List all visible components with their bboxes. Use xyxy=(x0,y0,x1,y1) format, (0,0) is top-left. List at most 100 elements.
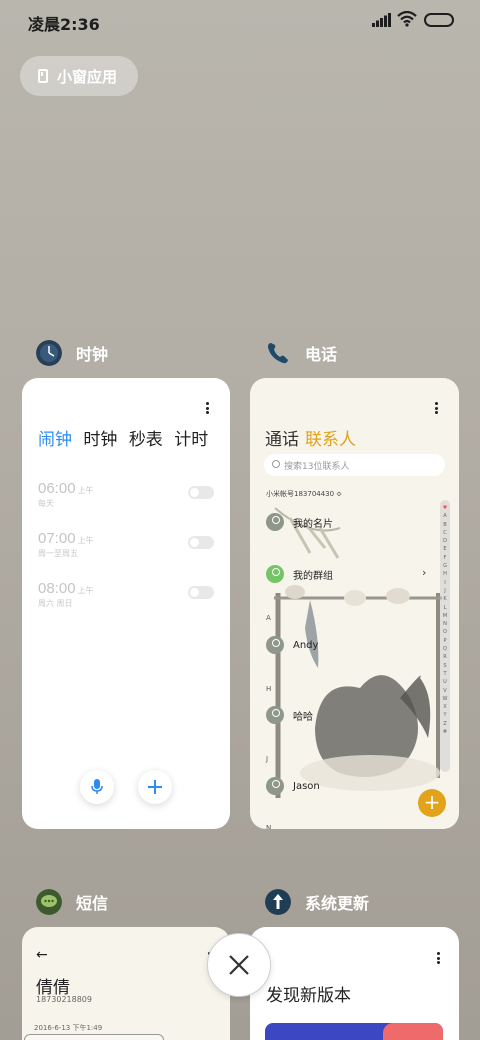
alphabet-index-letter[interactable]: H xyxy=(440,570,450,578)
phone-tabs: 通话 联系人 xyxy=(265,425,356,450)
contact-name: 哈哈 xyxy=(293,711,313,723)
microphone-icon xyxy=(91,779,103,794)
alphabet-index-letter[interactable]: V xyxy=(440,687,450,695)
alarm-time: 06:00 xyxy=(38,480,76,497)
voice-alarm-button[interactable] xyxy=(80,770,114,804)
alarm-toggle[interactable] xyxy=(188,486,214,499)
contact-name: Jason xyxy=(293,780,320,792)
tab-calls[interactable]: 通话 xyxy=(265,430,299,450)
app-name-clock: 时钟 xyxy=(76,345,109,364)
contact-item[interactable]: 我的群组 xyxy=(266,565,333,583)
update-title: 发现新版本 xyxy=(266,986,351,1006)
alphabet-index-letter[interactable]: ♥ xyxy=(440,504,450,512)
system-update-app-card[interactable]: 发现新版本 xyxy=(250,927,459,1040)
add-contact-button[interactable]: + xyxy=(418,789,446,817)
alphabet-index-letter[interactable]: W xyxy=(440,695,450,703)
alphabet-index-letter[interactable]: G xyxy=(440,562,450,570)
group-avatar xyxy=(266,565,284,583)
clock-tabs: 闹钟 时钟 秒表 计时 xyxy=(38,425,214,450)
alphabet-index-letter[interactable]: # xyxy=(440,728,450,736)
alarm-ampm: 上午 xyxy=(77,586,94,595)
alphabet-index-letter[interactable]: J xyxy=(440,587,450,595)
alphabet-index-letter[interactable]: Y xyxy=(440,711,450,719)
alphabet-index-letter[interactable]: Q xyxy=(440,645,450,653)
tab-timer[interactable]: 计时 xyxy=(174,430,208,450)
alphabet-index-letter[interactable]: R xyxy=(440,653,450,661)
tab-contacts[interactable]: 联系人 xyxy=(305,430,356,450)
clear-all-apps-button[interactable] xyxy=(207,933,271,997)
clock-app-card[interactable]: 闹钟 时钟 秒表 计时 06:00 上午 每天 07:00 上午 周一至周五 08:… xyxy=(22,378,230,829)
app-label-clock: 时钟 xyxy=(36,340,108,366)
alphabet-index-letter[interactable]: T xyxy=(440,670,450,678)
alarm-ampm: 上午 xyxy=(77,486,94,495)
status-bar: 凌晨2:36 xyxy=(0,0,480,40)
more-options-icon[interactable] xyxy=(435,402,439,414)
contact-avatar xyxy=(266,777,284,795)
alphabet-index-bar[interactable]: ♥ A B C D E F G H I J K L M N O P Q R S T U V W X Y Z # xyxy=(440,500,450,772)
alphabet-index-letter[interactable]: F xyxy=(440,554,450,562)
alphabet-index-letter[interactable]: I xyxy=(440,579,450,587)
clock-app-icon xyxy=(36,340,62,366)
section-letter: N xyxy=(266,824,272,829)
alarm-toggle[interactable] xyxy=(188,536,214,549)
close-icon xyxy=(229,955,249,975)
alphabet-index-letter[interactable]: U xyxy=(440,678,450,686)
battery-icon xyxy=(424,13,454,27)
alphabet-index-letter[interactable]: A xyxy=(440,512,450,520)
alphabet-index-letter[interactable]: S xyxy=(440,662,450,670)
signal-icon xyxy=(372,13,391,27)
contact-avatar xyxy=(266,706,284,724)
app-name-update: 系统更新 xyxy=(305,894,370,913)
app-label-update: 系统更新 xyxy=(265,889,369,915)
alphabet-index-letter[interactable]: D xyxy=(440,537,450,545)
alphabet-index-letter[interactable]: E xyxy=(440,545,450,553)
alarm-toggle[interactable] xyxy=(188,586,214,599)
alphabet-index-letter[interactable]: N xyxy=(440,620,450,628)
app-label-sms: 短信 xyxy=(36,889,108,915)
more-options-icon[interactable] xyxy=(437,952,441,964)
section-letter: H xyxy=(266,685,272,693)
alphabet-index-letter[interactable]: Z xyxy=(440,720,450,728)
tab-clock[interactable]: 时钟 xyxy=(83,430,117,450)
plus-icon xyxy=(148,780,162,794)
contact-name: 我的群组 xyxy=(293,570,333,582)
sms-message-date: 2016-6-13 下午1:49 xyxy=(34,1024,103,1032)
alarm-ampm: 上午 xyxy=(77,536,94,545)
sms-app-card[interactable]: ← 倩倩 18730218809 2016-6-13 下午1:49 xyxy=(22,927,230,1040)
contact-avatar xyxy=(266,513,284,531)
section-letter: A xyxy=(266,614,271,622)
section-letter: J xyxy=(266,755,269,763)
alarm-repeat: 周六 周日 xyxy=(38,599,73,608)
contact-item[interactable]: Jason xyxy=(266,777,320,795)
status-time: 凌晨2:36 xyxy=(28,15,100,34)
contact-search-input[interactable]: 搜索13位联系人 xyxy=(264,454,445,476)
tab-alarm[interactable]: 闹钟 xyxy=(38,430,72,450)
add-alarm-button[interactable] xyxy=(138,770,172,804)
alarm-repeat: 每天 xyxy=(38,499,54,508)
phone-app-card[interactable]: 通话 联系人 搜索13位联系人 小米帐号183704430 ≎ 我的名片 我的群组… xyxy=(250,378,459,829)
contact-item[interactable]: 哈哈 xyxy=(266,706,313,724)
alphabet-index-letter[interactable]: X xyxy=(440,703,450,711)
alphabet-index-letter[interactable]: P xyxy=(440,637,450,645)
contact-avatar xyxy=(266,636,284,654)
mi-account-label[interactable]: 小米帐号183704430 ≎ xyxy=(266,489,342,499)
alphabet-index-letter[interactable]: M xyxy=(440,612,450,620)
tab-stopwatch[interactable]: 秒表 xyxy=(129,430,163,450)
contact-item[interactable]: Andy xyxy=(266,636,318,654)
alphabet-index-letter[interactable]: O xyxy=(440,628,450,636)
app-name-phone: 电话 xyxy=(305,345,338,364)
alphabet-index-letter[interactable]: K xyxy=(440,595,450,603)
alarm-repeat: 周一至周五 xyxy=(38,549,78,558)
message-bubble[interactable] xyxy=(24,1034,164,1040)
back-arrow-icon[interactable]: ← xyxy=(36,947,48,963)
contact-item[interactable]: 我的名片 xyxy=(266,513,333,531)
more-options-icon[interactable] xyxy=(206,402,210,414)
sms-contact-number: 18730218809 xyxy=(36,995,92,1004)
wifi-icon xyxy=(397,11,417,27)
small-window-label: 小窗应用 xyxy=(57,67,118,86)
alphabet-index-letter[interactable]: C xyxy=(440,529,450,537)
app-name-sms: 短信 xyxy=(76,894,109,913)
alphabet-index-letter[interactable]: L xyxy=(440,604,450,612)
alphabet-index-letter[interactable]: B xyxy=(440,521,450,529)
small-window-apps-button[interactable]: 小窗应用 xyxy=(20,56,138,96)
